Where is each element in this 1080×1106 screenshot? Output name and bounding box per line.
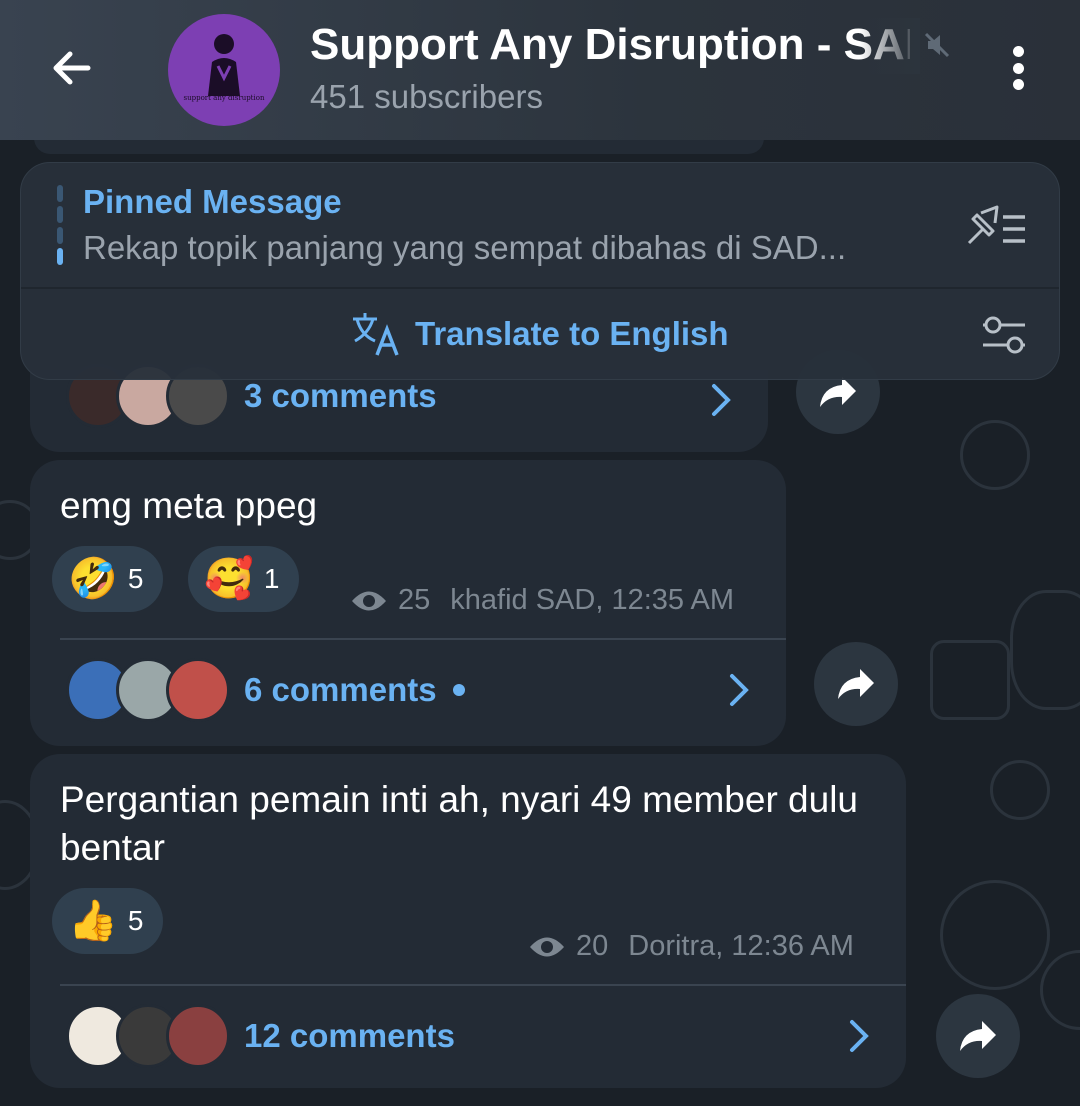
translate-label: Translate to English bbox=[415, 315, 729, 352]
reaction-count: 1 bbox=[263, 563, 280, 594]
comments-row[interactable]: 6 comments bbox=[66, 658, 465, 722]
thumbs-up-emoji: 👍 bbox=[68, 898, 118, 944]
message-text: Pergantian pemain inti ah, nyari 49 memb… bbox=[60, 779, 859, 868]
translate-icon bbox=[353, 313, 399, 356]
chevron-right-icon bbox=[850, 1020, 869, 1052]
mute-icon bbox=[924, 32, 950, 58]
view-count: 20 bbox=[576, 930, 609, 962]
chat-header: support any disruption Support Any Disru… bbox=[0, 0, 1080, 140]
reaction-count: 5 bbox=[127, 563, 144, 594]
message-meta: 20 Doritra, 12:36 AM bbox=[528, 930, 854, 963]
message-bubble[interactable]: emg meta ppeg 🤣 5 🥰 1 25 khafid SAD, 12:… bbox=[30, 460, 786, 746]
pinned-divider bbox=[21, 287, 1059, 289]
channel-title[interactable]: Support Any Disruption - SAD bbox=[310, 20, 910, 70]
back-button[interactable] bbox=[40, 36, 104, 100]
reaction-chip[interactable]: 🥰 1 bbox=[188, 546, 300, 612]
message-text: emg meta ppeg bbox=[60, 485, 318, 526]
reaction-chip[interactable]: 🤣 5 bbox=[52, 546, 164, 612]
message-meta: 25 khafid SAD, 12:35 AM bbox=[350, 584, 734, 617]
author-time: khafid SAD, 12:35 AM bbox=[450, 584, 734, 616]
avatar-caption: support any disruption bbox=[183, 94, 265, 102]
pinned-title: Pinned Message bbox=[83, 183, 342, 220]
more-vertical-icon[interactable] bbox=[996, 40, 1040, 96]
channel-avatar[interactable]: support any disruption bbox=[168, 14, 280, 126]
translate-button[interactable]: Translate to English bbox=[351, 311, 729, 357]
author-time: Doritra, 12:36 AM bbox=[628, 930, 854, 962]
unread-dot bbox=[452, 684, 465, 696]
comments-label: 6 comments bbox=[244, 671, 437, 708]
pin-list-icon[interactable] bbox=[963, 203, 1029, 253]
chevron-right-icon bbox=[730, 674, 749, 706]
title-fade bbox=[860, 18, 920, 74]
smiling-hearts-emoji: 🥰 bbox=[204, 556, 254, 602]
share-icon bbox=[838, 669, 874, 699]
subscriber-count: 451 subscribers bbox=[310, 78, 543, 115]
comments-row[interactable]: 12 comments bbox=[66, 1004, 455, 1068]
commenter-avatars bbox=[66, 658, 230, 722]
commenter-avatars bbox=[66, 1004, 230, 1068]
pinned-message-panel[interactable]: Pinned Message Rekap topik panjang yang … bbox=[20, 162, 1060, 380]
share-button[interactable] bbox=[814, 642, 898, 726]
avatar bbox=[166, 1004, 230, 1068]
share-icon bbox=[960, 1021, 996, 1051]
bubble-divider bbox=[60, 638, 786, 640]
rolling-laugh-emoji: 🤣 bbox=[68, 556, 118, 602]
reaction-count: 5 bbox=[127, 905, 144, 936]
message-bubble[interactable]: 3 comments bbox=[30, 364, 768, 452]
share-button[interactable] bbox=[936, 994, 1020, 1078]
pinned-text: Rekap topik panjang yang sempat dibahas … bbox=[83, 229, 847, 266]
samurai-figure-icon bbox=[208, 34, 240, 96]
settings-sliders-icon[interactable] bbox=[981, 313, 1027, 357]
comments-label: 12 comments bbox=[244, 1017, 455, 1054]
pin-indicator bbox=[57, 185, 63, 265]
bubble-divider bbox=[60, 984, 906, 986]
arrow-left-icon bbox=[53, 51, 91, 85]
message-bubble[interactable]: Pergantian pemain inti ah, nyari 49 memb… bbox=[30, 754, 906, 1088]
eye-icon bbox=[530, 937, 564, 956]
avatar bbox=[166, 658, 230, 722]
share-icon bbox=[820, 377, 856, 407]
comments-label: 3 comments bbox=[244, 377, 437, 414]
view-count: 25 bbox=[398, 584, 431, 616]
reaction-chip[interactable]: 👍 5 bbox=[52, 888, 164, 954]
eye-icon bbox=[352, 591, 386, 610]
chevron-right-icon bbox=[712, 384, 731, 416]
